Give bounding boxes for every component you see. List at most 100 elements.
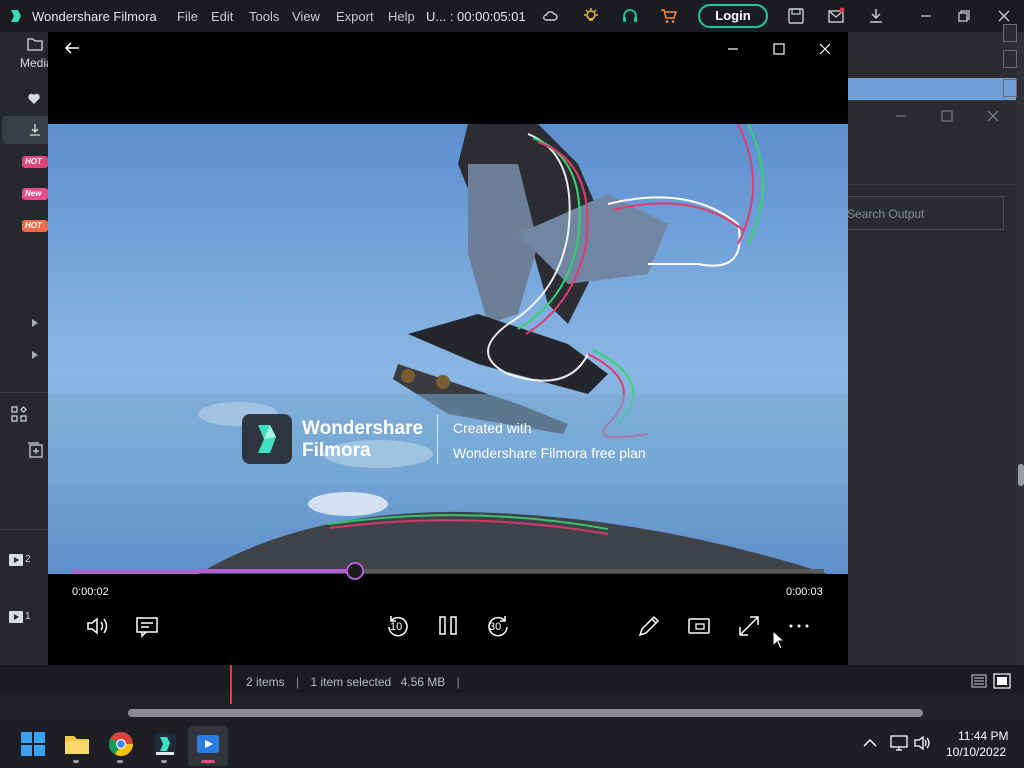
side-button[interactable] <box>1003 24 1017 42</box>
download-icon[interactable] <box>867 7 885 25</box>
expand-arrow-icon[interactable] <box>31 318 39 328</box>
restore-icon[interactable] <box>955 7 973 25</box>
cloud-icon[interactable] <box>541 7 559 25</box>
running-indicator <box>161 760 167 763</box>
search-output-input[interactable]: Search Output <box>840 196 1004 230</box>
mini-player-icon[interactable] <box>686 613 712 639</box>
project-timecode: U... : 00:00:05:01 <box>426 9 526 24</box>
status-separator: | <box>296 675 300 689</box>
current-time: 0:00:02 <box>72 586 109 598</box>
mail-icon[interactable] <box>827 7 845 25</box>
more-options-icon[interactable] <box>786 613 812 639</box>
login-button[interactable]: Login <box>698 4 768 28</box>
subtitles-icon[interactable] <box>134 613 160 639</box>
grid-view-icon[interactable] <box>993 673 1011 689</box>
scrollbar-thumb[interactable] <box>1018 464 1024 486</box>
watermark-brand: Wondershare <box>302 418 424 439</box>
running-indicator <box>73 760 79 763</box>
menu-view[interactable]: View <box>292 9 320 24</box>
divider <box>848 100 1016 101</box>
hot-badge: HOT <box>22 220 48 232</box>
volume-icon[interactable] <box>914 735 932 751</box>
seek-bar[interactable] <box>72 569 824 573</box>
status-separator: | <box>456 675 460 689</box>
bulb-icon[interactable] <box>582 7 600 25</box>
pause-icon[interactable] <box>435 613 461 639</box>
hot-badge: HOT <box>22 156 48 168</box>
horizontal-scrollbar-thumb[interactable] <box>128 709 923 717</box>
menu-edit[interactable]: Edit <box>211 9 233 24</box>
download-icon <box>30 124 40 136</box>
watermark-brand: Filmora <box>302 440 371 461</box>
timeline-status-bar <box>0 665 1024 693</box>
right-scrollbar[interactable] <box>1016 32 1024 692</box>
watermark-banner <box>48 394 848 486</box>
side-button[interactable] <box>1003 50 1017 68</box>
menu-export[interactable]: Export <box>336 9 374 24</box>
heart-icon[interactable] <box>27 92 41 106</box>
file-explorer-icon[interactable] <box>64 731 90 757</box>
mouse-cursor-icon <box>772 630 786 650</box>
track-number: 1 <box>25 611 31 622</box>
headset-icon[interactable] <box>621 7 639 25</box>
close-icon[interactable] <box>995 7 1013 25</box>
list-view-icon[interactable] <box>971 674 987 688</box>
minimize-icon[interactable] <box>917 7 935 25</box>
menu-help[interactable]: Help <box>388 9 415 24</box>
new-badge: New <box>22 188 48 200</box>
maximize-icon[interactable] <box>772 42 786 56</box>
downloads-item[interactable] <box>2 116 48 144</box>
add-track-icon[interactable] <box>27 442 43 458</box>
minimize-icon[interactable] <box>726 42 740 56</box>
layout-icon[interactable] <box>11 406 27 422</box>
active-indicator <box>201 760 215 763</box>
divider <box>0 392 48 393</box>
panel-highlight <box>848 78 1016 100</box>
back-arrow-icon[interactable] <box>64 41 80 55</box>
close-icon[interactable] <box>987 110 999 122</box>
cart-icon[interactable] <box>660 7 678 25</box>
watermark-text: Created with <box>453 420 532 436</box>
filmora-installer-icon[interactable] <box>152 731 178 757</box>
menu-file[interactable]: File <box>177 9 198 24</box>
app-title-bar: Wondershare Filmora File Edit Tools View… <box>0 0 1024 32</box>
skip-forward-label: 30 <box>489 621 502 633</box>
network-icon[interactable] <box>890 735 908 751</box>
media-player-icon[interactable] <box>195 731 221 757</box>
volume-icon[interactable] <box>85 613 111 639</box>
item-count: 2 items <box>246 675 285 689</box>
skip-back-label: 10 <box>390 621 403 633</box>
clock-time[interactable]: 11:44 PM <box>958 729 1008 743</box>
filmora-logo-icon <box>11 10 21 22</box>
minimize-icon[interactable] <box>895 110 907 122</box>
seek-bar-fill <box>72 569 355 573</box>
side-button[interactable] <box>1003 79 1017 97</box>
track-number: 2 <box>25 554 31 565</box>
save-icon[interactable] <box>787 7 805 25</box>
chrome-icon[interactable] <box>108 731 134 757</box>
folder-icon[interactable] <box>27 37 43 51</box>
divider <box>0 529 48 530</box>
clock-date[interactable]: 10/10/2022 <box>946 745 1006 759</box>
video-track-icon <box>9 611 23 623</box>
status-text: 2 items | 1 item selected 4.56 MB | <box>246 675 460 689</box>
start-icon[interactable] <box>20 731 46 757</box>
menu-tools[interactable]: Tools <box>249 9 279 24</box>
watermark-text: Wondershare Filmora free plan <box>453 445 646 461</box>
filmora-logo-icon <box>242 414 292 464</box>
seek-handle[interactable] <box>345 562 364 580</box>
video-track-icon <box>9 554 23 566</box>
total-time: 0:00:03 <box>786 586 823 598</box>
close-icon[interactable] <box>818 42 832 56</box>
left-panel: Media HOT New HOT 2 1 1 <box>0 32 53 692</box>
selected-size: 4.56 MB <box>400 675 446 689</box>
expand-arrow-icon[interactable] <box>31 350 39 360</box>
output-panel <box>848 32 1024 692</box>
video-frame[interactable] <box>48 124 848 574</box>
maximize-icon[interactable] <box>941 110 953 122</box>
running-indicator <box>117 760 123 763</box>
edit-pencil-icon[interactable] <box>636 613 662 639</box>
app-title: Wondershare Filmora <box>32 9 157 24</box>
chevron-up-icon[interactable] <box>862 737 878 749</box>
fullscreen-icon[interactable] <box>736 613 762 639</box>
